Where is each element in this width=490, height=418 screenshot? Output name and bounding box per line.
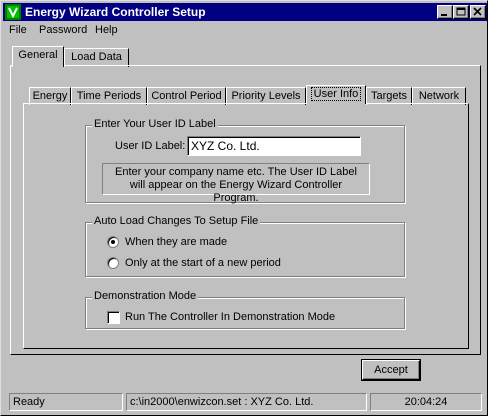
- status-state: Ready: [9, 393, 123, 411]
- menu-password[interactable]: Password: [39, 24, 87, 36]
- app-window: Energy Wizard Controller Setup File Pass…: [0, 0, 488, 416]
- auto-load-group-title: Auto Load Changes To Setup File: [92, 215, 261, 227]
- window-title: Energy Wizard Controller Setup: [25, 5, 206, 19]
- demo-mode-checkbox[interactable]: [107, 311, 120, 324]
- radio-selected-dot: [111, 240, 115, 244]
- title-bar[interactable]: Energy Wizard Controller Setup: [3, 3, 487, 21]
- tab-general[interactable]: General: [12, 46, 64, 67]
- minimize-icon: [441, 14, 447, 16]
- tab-time-periods-label: Time Periods: [76, 90, 142, 102]
- app-icon: [5, 4, 21, 20]
- radio-start-of-period-label[interactable]: Only at the start of a new period: [125, 257, 281, 269]
- tab-user-info-label: User Info: [310, 87, 362, 101]
- status-file: c:\in2000\enwizcon.set : XYZ Co. Ltd.: [126, 393, 367, 411]
- accept-button[interactable]: Accept: [362, 360, 420, 380]
- demo-mode-checkbox-label[interactable]: Run The Controller In Demonstration Mode: [125, 311, 335, 323]
- close-icon: [473, 7, 482, 16]
- status-time: 20:04:24: [370, 393, 482, 411]
- maximize-button[interactable]: [453, 5, 469, 19]
- tab-user-info[interactable]: User Info: [306, 85, 366, 104]
- tab-network-label: Network: [418, 90, 460, 102]
- maximize-icon: [456, 7, 466, 16]
- radio-when-made[interactable]: [107, 236, 119, 248]
- menu-bar: File Password Help: [3, 22, 487, 40]
- menu-help[interactable]: Help: [95, 24, 118, 36]
- tab-load-data-label: Load Data: [71, 51, 122, 63]
- tab-targets-label: Targets: [370, 90, 408, 102]
- user-id-input[interactable]: [187, 136, 361, 156]
- user-id-hint: Enter your company name etc. The User ID…: [102, 163, 370, 204]
- tab-general-label: General: [18, 49, 58, 61]
- tab-energy-label: Energy: [32, 90, 68, 102]
- tab-priority-levels-label: Priority Levels: [231, 90, 301, 102]
- user-id-group-title: Enter Your User ID Label: [92, 118, 218, 130]
- radio-start-of-period[interactable]: [107, 257, 119, 269]
- user-id-label: User ID Label:: [115, 140, 186, 152]
- close-button[interactable]: [470, 5, 486, 19]
- menu-file[interactable]: File: [9, 24, 27, 36]
- tab-control-period-label: Control Period: [151, 90, 222, 102]
- radio-when-made-label[interactable]: When they are made: [125, 236, 227, 248]
- minimize-button[interactable]: [437, 5, 453, 19]
- demo-mode-group-title: Demonstration Mode: [92, 290, 199, 302]
